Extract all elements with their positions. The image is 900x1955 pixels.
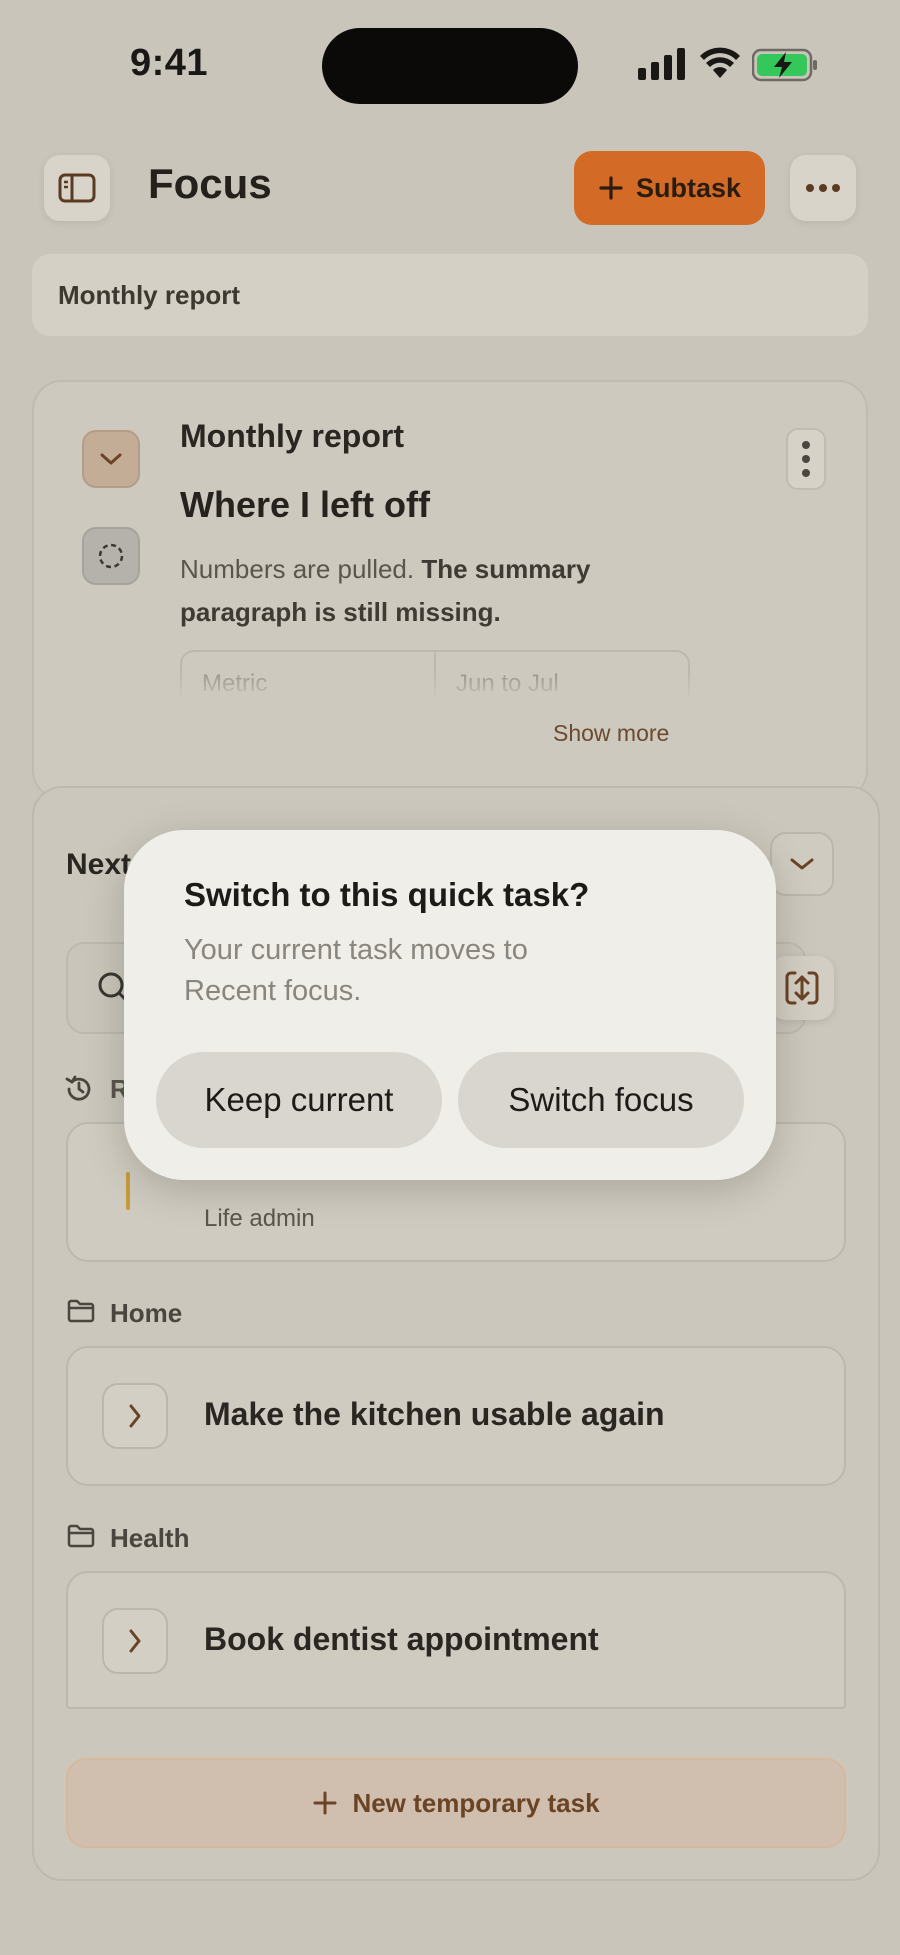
page-title: Focus: [148, 160, 272, 207]
content-fade: [180, 672, 700, 702]
wifi-icon: [700, 47, 740, 78]
dialog-title: Switch to this quick task?: [184, 876, 590, 913]
switch-focus-button[interactable]: Switch focus: [458, 1052, 744, 1148]
folder-icon: [67, 1524, 95, 1548]
note-text-plain: Numbers are pulled.: [180, 554, 422, 584]
dynamic-island: [322, 28, 578, 104]
chevron-down-icon: [790, 858, 814, 870]
new-temporary-task-label: New temporary task: [352, 1787, 600, 1818]
focus-scope-button[interactable]: [770, 956, 834, 1020]
expand-arrows-icon: [785, 971, 819, 1005]
breadcrumb[interactable]: Monthly report: [32, 254, 868, 336]
kebab-dot-icon: [802, 441, 810, 449]
recent-task-category: Life admin: [204, 1205, 315, 1232]
ellipsis-icon: [806, 184, 840, 192]
sidebar-toggle-icon: [58, 173, 96, 203]
group-label-home: Home: [110, 1298, 183, 1328]
expand-task-button[interactable]: [102, 1383, 168, 1449]
chevron-right-icon: [129, 1629, 141, 1653]
panel-collapse-button[interactable]: [770, 832, 834, 896]
dashed-circle-icon: [98, 543, 124, 569]
plus-icon: [599, 176, 623, 200]
sidebar-toggle-button[interactable]: [44, 155, 110, 221]
kebab-dot-icon: [802, 469, 810, 477]
more-options-button[interactable]: [790, 155, 856, 221]
task-title-dentist: Book dentist appointment: [204, 1621, 599, 1657]
dialog-message: Your current task moves to Recent focus.: [184, 934, 528, 1007]
folder-icon: [67, 1299, 95, 1323]
expand-task-button[interactable]: [102, 1608, 168, 1674]
task-title-kitchen: Make the kitchen usable again: [204, 1396, 665, 1432]
card-menu-button[interactable]: [786, 428, 826, 490]
focus-note-heading: Where I left off: [180, 484, 430, 525]
plus-icon: [313, 1791, 337, 1815]
focus-task-name: Monthly report: [180, 418, 404, 454]
new-temporary-task-button[interactable]: New temporary task: [66, 1758, 846, 1848]
recent-accent-bar: [126, 1172, 130, 1210]
chevron-right-icon: [129, 1404, 141, 1428]
status-time: 9:41: [130, 42, 209, 84]
battery-charging-icon: [752, 48, 817, 82]
chevron-down-icon: [100, 453, 122, 465]
kebab-dot-icon: [802, 455, 810, 463]
keep-current-button[interactable]: Keep current: [156, 1052, 442, 1148]
cellular-signal-icon: [638, 48, 685, 80]
collapse-button[interactable]: [82, 430, 140, 488]
add-subtask-button[interactable]: Subtask: [574, 151, 765, 225]
task-status-button[interactable]: [82, 527, 140, 585]
subtask-label: Subtask: [635, 172, 742, 203]
breadcrumb-label: Monthly report: [58, 279, 240, 310]
focus-note-body: Numbers are pulled. The summary paragrap…: [180, 548, 700, 634]
group-label-health: Health: [110, 1523, 190, 1553]
history-icon: [65, 1075, 91, 1101]
next-panel-title: Next: [66, 848, 132, 881]
show-more-link[interactable]: Show more: [553, 720, 669, 747]
